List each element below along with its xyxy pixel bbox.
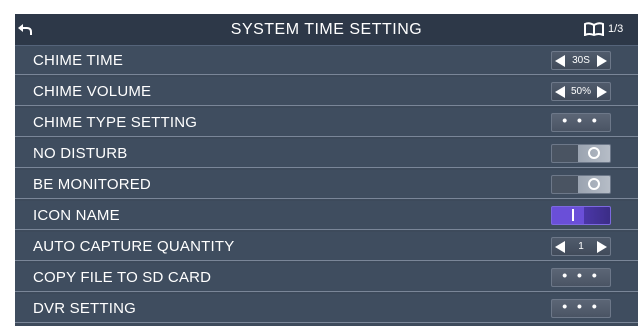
setting-row-auto-capture-quantity[interactable]: AUTO CAPTURE QUANTITY 1	[15, 232, 638, 261]
toggle-on-icon	[572, 209, 574, 221]
setting-label: CHIME VOLUME	[33, 83, 152, 100]
no-disturb-toggle[interactable]	[551, 144, 611, 163]
toggle-off-icon	[588, 178, 600, 190]
setting-row-copy-file[interactable]: COPY FILE TO SD CARD • • •	[15, 263, 638, 292]
increase-arrow-icon[interactable]	[597, 55, 607, 67]
setting-label: COPY FILE TO SD CARD	[33, 269, 212, 286]
setting-label: CHIME TYPE SETTING	[33, 114, 198, 131]
setting-row-chime-volume[interactable]: CHIME VOLUME 50%	[15, 77, 638, 106]
chime-volume-stepper[interactable]: 50%	[551, 82, 611, 101]
decrease-arrow-icon[interactable]	[555, 55, 565, 67]
more-dots-icon: • • •	[562, 298, 600, 314]
stepper-value: 30S	[572, 55, 590, 66]
page-indicator: 1/3	[608, 23, 624, 35]
setting-row-no-disturb[interactable]: NO DISTURB	[15, 139, 638, 168]
back-arrow-icon[interactable]	[17, 21, 33, 37]
setting-row-icon-name[interactable]: ICON NAME	[15, 201, 638, 230]
chime-type-more-button[interactable]: • • •	[551, 113, 611, 132]
book-icon	[584, 22, 604, 36]
copy-file-more-button[interactable]: • • •	[551, 268, 611, 287]
page-title: SYSTEM TIME SETTING	[230, 21, 423, 38]
setting-label: NO DISTURB	[33, 145, 128, 162]
setting-label: CHIME TIME	[33, 52, 124, 69]
stepper-value: 1	[578, 241, 584, 252]
decrease-arrow-icon[interactable]	[555, 241, 565, 253]
setting-label: ICON NAME	[33, 207, 120, 224]
increase-arrow-icon[interactable]	[597, 86, 607, 98]
be-monitored-toggle[interactable]	[551, 175, 611, 194]
dvr-setting-more-button[interactable]: • • •	[551, 299, 611, 318]
toggle-off-icon	[588, 147, 600, 159]
setting-row-chime-time[interactable]: CHIME TIME 30S	[15, 46, 638, 75]
header-bar: SYSTEM TIME SETTING 1/3	[15, 14, 638, 46]
setting-row-chime-type[interactable]: CHIME TYPE SETTING • • •	[15, 108, 638, 137]
stepper-value: 50%	[570, 86, 591, 97]
increase-arrow-icon[interactable]	[597, 241, 607, 253]
auto-capture-stepper[interactable]: 1	[551, 237, 611, 256]
setting-row-be-monitored[interactable]: BE MONITORED	[15, 170, 638, 199]
decrease-arrow-icon[interactable]	[555, 86, 565, 98]
setting-row-dvr-setting[interactable]: DVR SETTING • • •	[15, 294, 638, 323]
setting-label: BE MONITORED	[33, 176, 151, 193]
setting-label: AUTO CAPTURE QUANTITY	[33, 238, 235, 255]
chime-time-stepper[interactable]: 30S	[551, 51, 611, 70]
more-dots-icon: • • •	[562, 267, 600, 283]
settings-screen: SYSTEM TIME SETTING 1/3 CHIME TIME 30S C…	[15, 14, 638, 326]
setting-label: DVR SETTING	[33, 300, 137, 317]
icon-name-toggle[interactable]	[551, 206, 611, 225]
more-dots-icon: • • •	[562, 112, 600, 128]
